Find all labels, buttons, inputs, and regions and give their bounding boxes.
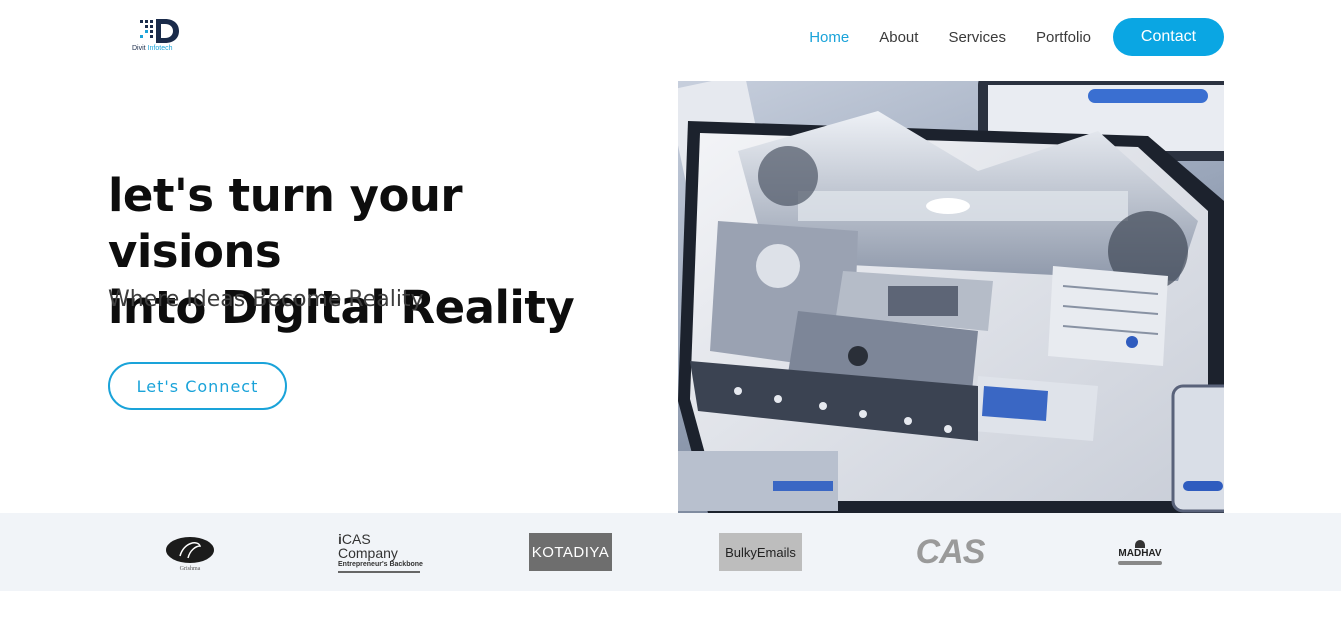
client-logo-icas: iCAS Company Entrepreneur's Backbone <box>338 531 424 573</box>
main-nav: Home About Services Portfolio Contact <box>779 18 1224 56</box>
brand-wordmark: Divit Infotech <box>132 45 173 52</box>
devices-mockup-image <box>678 81 1224 513</box>
contact-button[interactable]: Contact <box>1113 18 1224 56</box>
client-logo-cas: CAS <box>906 531 994 573</box>
nav-about[interactable]: About <box>879 29 918 46</box>
client-logo-text: BulkyEmails <box>725 544 796 560</box>
client-logo-madhav: MADHAV <box>1112 531 1168 573</box>
brand-name: Divit <box>132 45 146 52</box>
client-logo-text: MADHAV <box>1118 547 1162 559</box>
brand-name-accent: Infotech <box>147 45 173 52</box>
divit-logo-icon <box>140 19 179 43</box>
nav-services[interactable]: Services <box>948 29 1006 46</box>
client-logo-text: CAS <box>915 532 986 571</box>
hero-title-line1: let's turn your visions <box>108 169 463 278</box>
client-logo-grishma: Grishma <box>160 531 220 573</box>
client-logo-tagline: Entrepreneur's Backbone <box>338 560 423 568</box>
client-logo-bulkyemails: BulkyEmails <box>719 533 802 571</box>
client-logo-text: KOTADIYA <box>531 543 610 561</box>
brand-logo[interactable]: Divit Infotech <box>132 18 182 58</box>
nav-home[interactable]: Home <box>809 29 849 46</box>
client-logo-kotadiya: KOTADIYA <box>529 533 612 571</box>
lets-connect-button[interactable]: Let's Connect <box>108 362 287 410</box>
client-logos-strip: Grishma iCAS Company Entrepreneur's Back… <box>0 513 1341 591</box>
site-header: Divit Infotech Home About Services Portf… <box>0 0 1341 74</box>
hero-illustration <box>678 81 1224 513</box>
hero-subtitle: Where Ideas Become Reality <box>108 287 424 312</box>
client-logo-text: Grishma <box>180 566 201 572</box>
nav-portfolio[interactable]: Portfolio <box>1036 29 1091 46</box>
client-logo-text: CAS Company <box>338 530 398 561</box>
